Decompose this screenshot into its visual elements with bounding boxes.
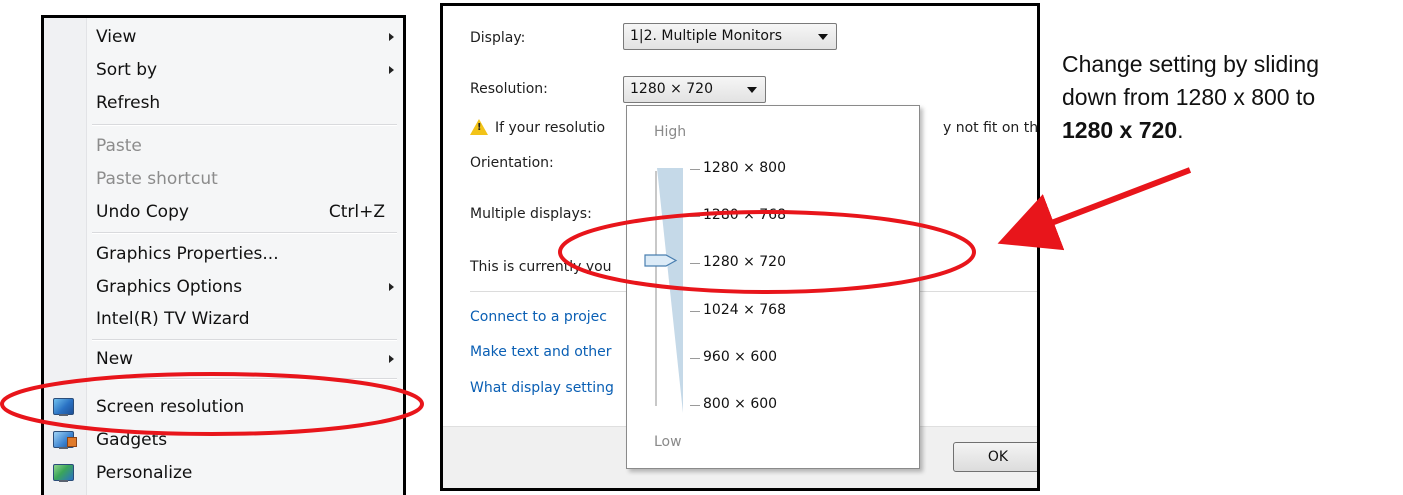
instruction-bold-resolution: 1280 x 720 [1062,117,1178,143]
submenu-arrow-icon [389,355,394,363]
ok-button-label: OK [987,449,1009,465]
menu-item-intel-tv-wizard[interactable]: Intel(R) TV Wizard [44,303,403,335]
instruction-line-1: Change setting by sliding [1062,51,1319,77]
menu-item-personalize[interactable]: Personalize [44,457,403,489]
orientation-label: Orientation: [470,155,554,171]
connect-projector-link[interactable]: Connect to a projec [470,309,607,325]
low-label: Low [654,434,682,450]
slider-thumb[interactable] [644,253,678,268]
monitor-icon [53,398,74,416]
display-select-value: 1|2. Multiple Monitors [630,28,783,44]
menu-item-label: Paste shortcut [96,169,218,189]
screen-resolution-dialog: Display: 1|2. Multiple Monitors Resoluti… [440,3,1040,491]
menu-item-label: View [96,27,137,47]
menu-item-label: Gadgets [96,430,168,450]
warning-text-end: y not fit on the [943,120,1040,136]
menu-item-label: Intel(R) TV Wizard [96,309,250,329]
menu-item-label: Sort by [96,60,158,80]
resolution-option[interactable]: 1280 × 800 [703,160,786,176]
menu-separator [92,232,397,234]
submenu-arrow-icon [389,33,394,41]
instruction-note: Change setting by sliding down from 1280… [1062,48,1392,147]
desktop-context-menu: View Sort by Refresh Paste Paste shortcu… [41,15,406,495]
ok-button[interactable]: OK [953,442,1037,472]
menu-separator [92,339,397,341]
menu-item-label: Graphics Options [96,277,243,297]
resolution-option[interactable]: 1024 × 768 [703,302,786,318]
menu-item-label: Personalize [96,463,193,483]
dropdown-arrow-icon [818,34,828,40]
display-select[interactable]: 1|2. Multiple Monitors [623,23,837,50]
annotation-arrow [997,167,1192,251]
gadgets-icon [53,431,77,449]
dropdown-arrow-icon [747,87,757,93]
menu-item-label: New [96,349,134,369]
slider-tick [690,405,700,406]
menu-separator [92,378,397,380]
submenu-arrow-icon [389,66,394,74]
menu-item-undo-copy[interactable]: Undo Copy Ctrl+Z [44,196,403,228]
menu-item-gadgets[interactable]: Gadgets [44,424,403,456]
make-text-larger-link[interactable]: Make text and other [470,344,612,360]
slider-tick [690,311,700,312]
menu-item-label: Refresh [96,93,161,113]
display-label: Display: [470,30,526,46]
resolution-option[interactable]: 1280 × 768 [703,207,786,223]
menu-item-paste: Paste [44,130,403,162]
warning-text: If your resolutio [495,120,606,136]
submenu-arrow-icon [389,283,394,291]
resolution-select-value: 1280 × 720 [630,81,713,97]
slider-track[interactable] [655,171,657,406]
resolution-option[interactable]: 800 × 600 [703,396,777,412]
display-settings-help-link[interactable]: What display setting [470,380,614,396]
resolution-dropdown-panel: High 1280 × 800 1280 × 768 1280 × 720 10… [626,105,920,469]
resolution-label: Resolution: [470,81,548,97]
menu-item-refresh[interactable]: Refresh [44,87,403,119]
high-label: High [654,124,687,140]
instruction-period: . [1177,117,1184,143]
slider-tick [690,263,700,264]
slider-tick [690,358,700,359]
multiple-displays-label: Multiple displays: [470,206,592,222]
personalize-icon [53,464,74,482]
menu-item-screen-resolution[interactable]: Screen resolution [44,391,403,423]
current-display-text: This is currently you [470,259,612,275]
menu-item-graphics-properties[interactable]: Graphics Properties... [44,238,403,270]
slider-tick [690,216,700,217]
menu-item-shortcut: Ctrl+Z [328,202,385,222]
instruction-line-2: down from 1280 x 800 to [1062,84,1316,110]
resolution-option[interactable]: 960 × 600 [703,349,777,365]
menu-item-label: Undo Copy [96,202,189,222]
slider-tick [690,169,700,170]
menu-item-label: Screen resolution [96,397,245,417]
menu-item-graphics-options[interactable]: Graphics Options [44,271,403,303]
menu-item-sort-by[interactable]: Sort by [44,54,403,86]
menu-item-view[interactable]: View [44,21,403,53]
menu-item-label: Graphics Properties... [96,244,279,264]
slider-wedge [657,168,683,413]
menu-item-label: Paste [96,136,142,156]
warning-icon: ! [470,119,488,135]
menu-item-new[interactable]: New [44,343,403,375]
menu-separator [92,124,397,126]
resolution-option-selected[interactable]: 1280 × 720 [703,254,786,270]
menu-item-paste-shortcut: Paste shortcut [44,163,403,195]
resolution-select[interactable]: 1280 × 720 [623,76,766,103]
